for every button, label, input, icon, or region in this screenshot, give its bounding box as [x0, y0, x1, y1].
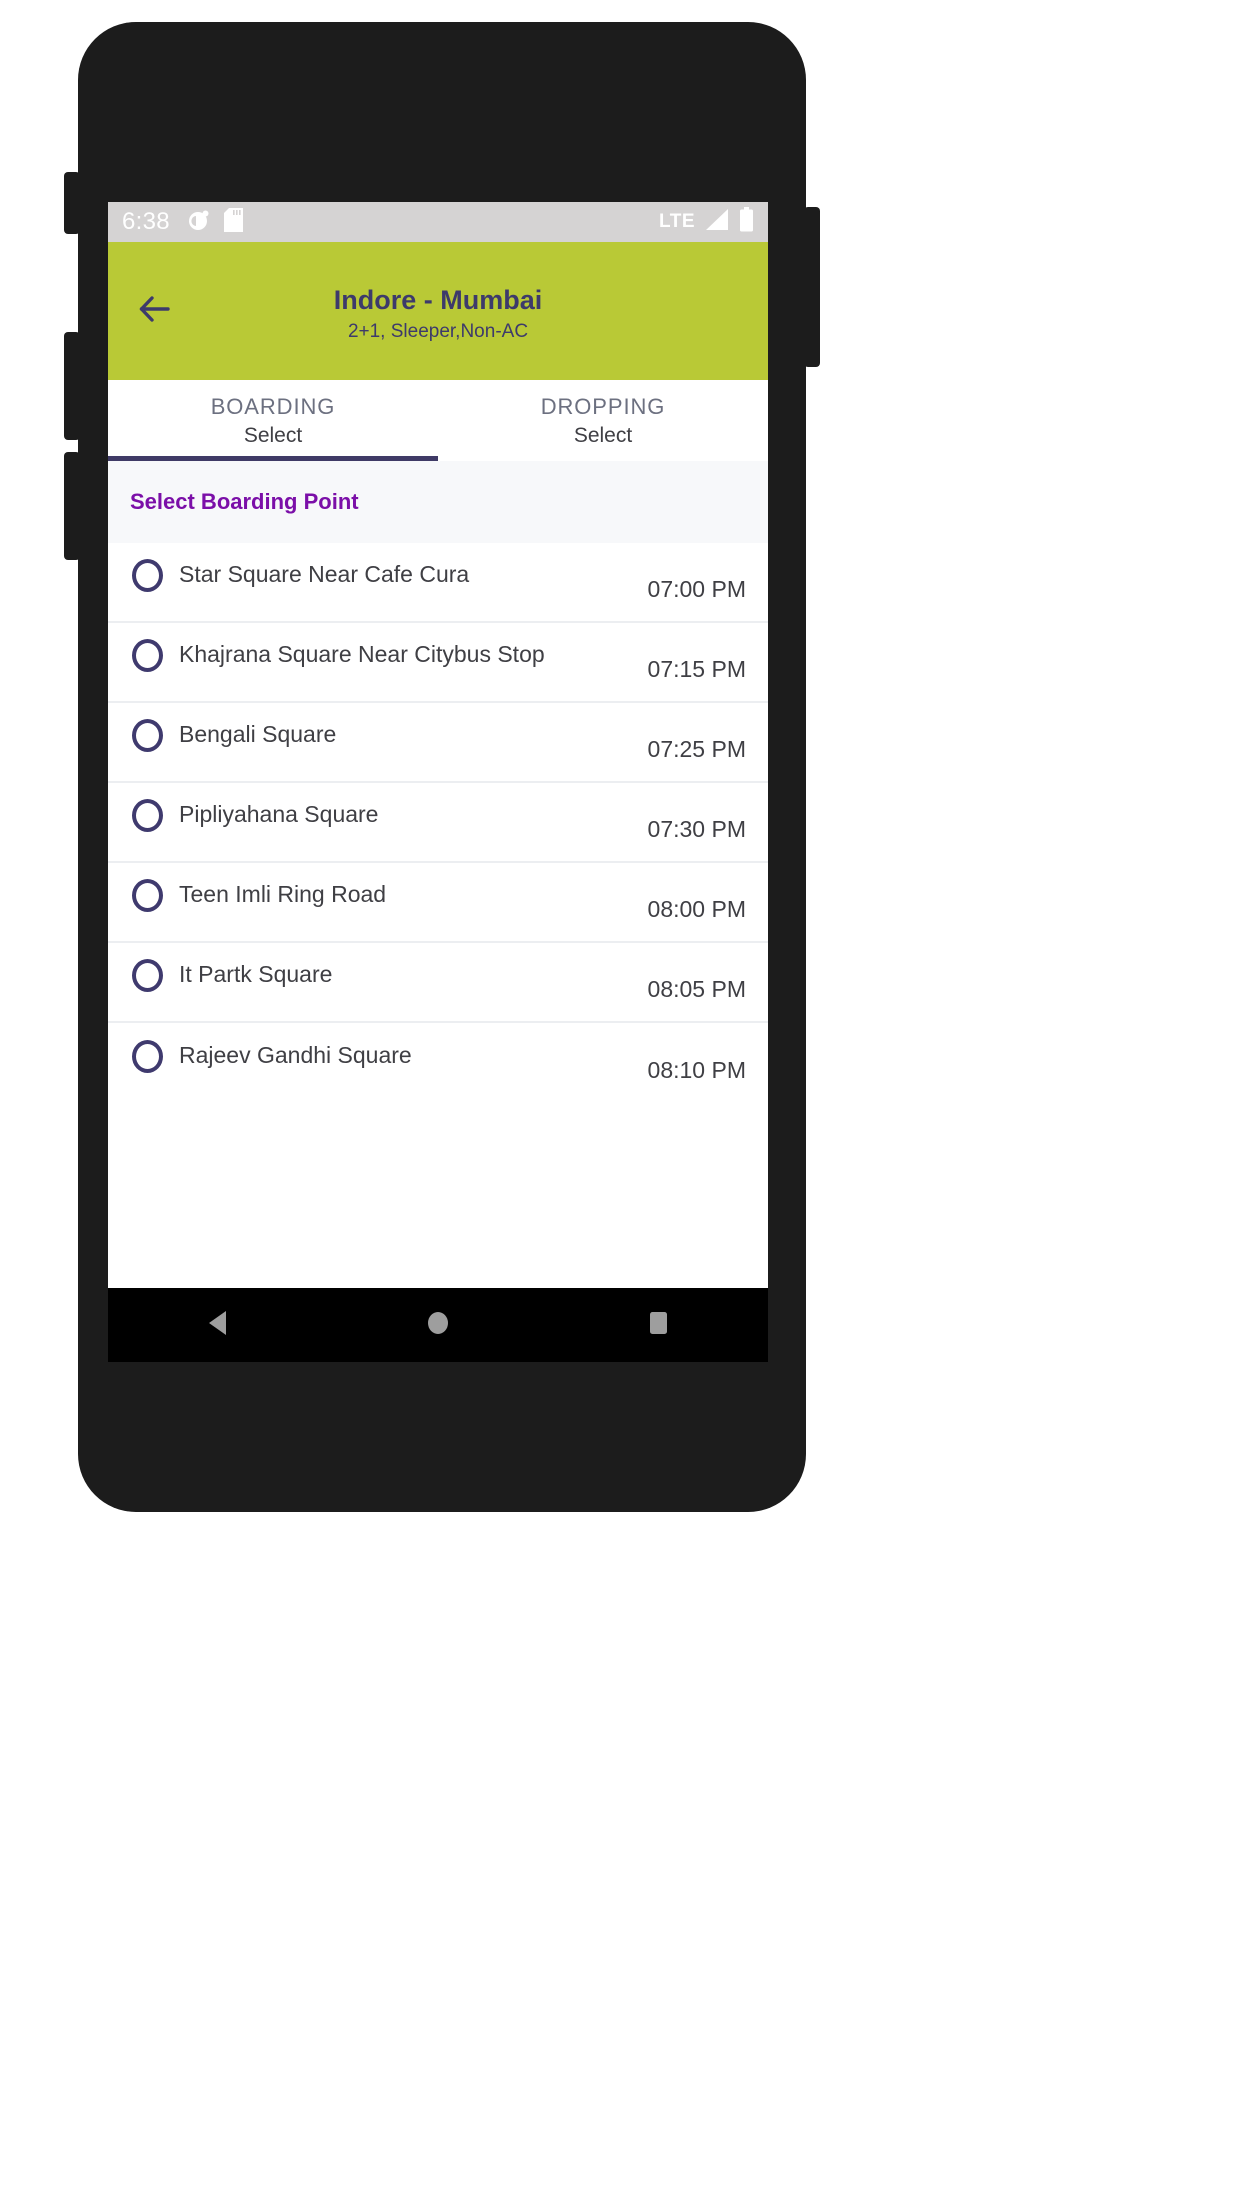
phone-screen: 6:38 LTE Indore - Mumbai 2+1, Sleeper,No…: [108, 202, 768, 1362]
app-bar-titles: Indore - Mumbai 2+1, Sleeper,Non-AC: [108, 277, 768, 345]
phone-volume-down-button[interactable]: [64, 452, 80, 560]
phone-mockup-frame: 6:38 LTE Indore - Mumbai 2+1, Sleeper,No…: [64, 22, 820, 1512]
tab-active-indicator: [108, 456, 438, 461]
sd-card-icon: [223, 207, 243, 237]
boarding-point-name: Khajrana Square Near Citybus Stop: [179, 640, 545, 667]
network-type-label: LTE: [659, 211, 695, 232]
boarding-point-name: Star Square Near Cafe Cura: [179, 560, 470, 587]
boarding-point-time: 07:25 PM: [647, 735, 746, 762]
boarding-point-row[interactable]: Rajeev Gandhi Square 08:10 PM: [108, 1023, 768, 1103]
phone-power-button[interactable]: [804, 207, 820, 367]
signal-icon: [704, 208, 730, 237]
boarding-point-radio[interactable]: [132, 958, 163, 992]
tab-boarding-value: Select: [243, 424, 303, 448]
nav-home-button[interactable]: [405, 1292, 471, 1358]
app-bar: Indore - Mumbai 2+1, Sleeper,Non-AC: [108, 242, 768, 380]
boarding-point-list: Star Square Near Cafe Cura 07:00 PM Khajra…: [108, 543, 768, 1103]
page-subtitle: 2+1, Sleeper,Non-AC: [347, 320, 529, 342]
battery-icon: [739, 207, 754, 237]
boarding-point-row[interactable]: Pipliyahana Square 07:30 PM: [108, 783, 768, 863]
section-title: Select Boarding Point: [130, 489, 359, 514]
android-nav-bar: [108, 1288, 768, 1362]
phone-volume-up-button[interactable]: [64, 332, 80, 440]
boarding-point-time: 08:05 PM: [647, 975, 746, 1002]
boarding-point-row[interactable]: Star Square Near Cafe Cura 07:00 PM: [108, 543, 768, 623]
home-circle-icon: [424, 1308, 452, 1343]
arrow-left-icon: [138, 294, 172, 329]
boarding-point-radio[interactable]: [132, 718, 163, 752]
boarding-point-name: Pipliyahana Square: [179, 800, 379, 827]
app-circle-icon: [188, 209, 210, 236]
boarding-point-radio[interactable]: [132, 1039, 163, 1073]
boarding-point-time: 07:00 PM: [647, 575, 746, 602]
status-bar-left-icons: [188, 207, 243, 237]
tab-boarding[interactable]: BOARDING Select: [108, 380, 438, 461]
boarding-point-radio[interactable]: [132, 558, 163, 592]
section-header: Select Boarding Point: [108, 461, 768, 543]
boarding-point-row[interactable]: Bengali Square 07:25 PM: [108, 703, 768, 783]
status-bar-clock: 6:38: [122, 208, 170, 235]
boarding-point-row[interactable]: Teen Imli Ring Road 08:00 PM: [108, 863, 768, 943]
boarding-point-time: 07:15 PM: [647, 655, 746, 682]
boarding-point-radio[interactable]: [132, 878, 163, 912]
boarding-point-name: Rajeev Gandhi Square: [179, 1041, 412, 1068]
status-bar: 6:38 LTE: [108, 202, 768, 242]
boarding-point-row[interactable]: It Partk Square 08:05 PM: [108, 943, 768, 1023]
back-button[interactable]: [132, 288, 178, 334]
boarding-point-time: 08:10 PM: [647, 1056, 746, 1083]
recents-square-icon: [644, 1308, 672, 1343]
boarding-point-name: It Partk Square: [179, 960, 333, 987]
boarding-point-radio[interactable]: [132, 798, 163, 832]
boarding-point-time: 07:30 PM: [647, 815, 746, 842]
phone-side-button-top[interactable]: [64, 172, 80, 234]
boarding-point-time: 08:00 PM: [647, 895, 746, 922]
tab-dropping[interactable]: DROPPING Select: [438, 380, 768, 461]
boarding-point-name: Teen Imli Ring Road: [179, 880, 387, 907]
boarding-point-name: Bengali Square: [179, 720, 337, 747]
back-triangle-icon: [204, 1308, 232, 1343]
tab-bar: BOARDING Select DROPPING Select: [108, 380, 768, 461]
nav-back-button[interactable]: [185, 1292, 251, 1358]
tab-dropping-title: DROPPING: [540, 394, 666, 420]
nav-recents-button[interactable]: [625, 1292, 691, 1358]
tab-boarding-title: BOARDING: [210, 394, 336, 420]
boarding-point-radio[interactable]: [132, 638, 163, 672]
boarding-point-row[interactable]: Khajrana Square Near Citybus Stop 07:15 P…: [108, 623, 768, 703]
tab-dropping-value: Select: [573, 424, 633, 448]
status-bar-right-icons: LTE: [659, 207, 754, 237]
page-title: Indore - Mumbai: [333, 284, 543, 315]
